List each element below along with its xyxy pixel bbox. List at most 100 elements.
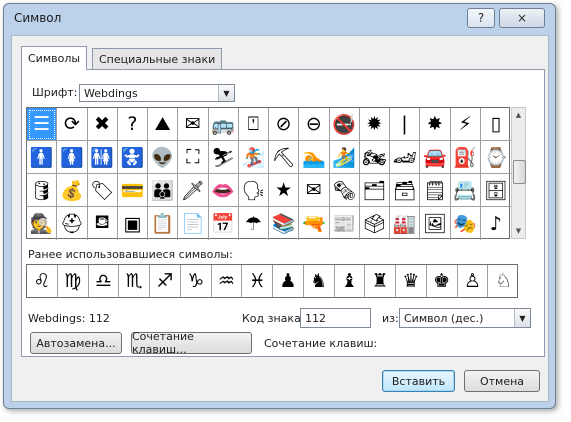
symbol-cell[interactable]: 🗳 — [360, 207, 390, 240]
autocorrect-button[interactable]: Автозамена... — [30, 332, 122, 354]
symbol-cell[interactable]: 🗃 — [390, 174, 421, 207]
symbol-cell[interactable]: ▣ — [118, 207, 148, 240]
recent-symbol-cell[interactable]: ♟ — [273, 265, 304, 297]
symbol-cell[interactable]: 🚌 — [208, 108, 239, 141]
recent-symbol-cell[interactable]: ♐ — [150, 265, 181, 297]
symbol-cell[interactable]: 🗡 — [178, 174, 209, 207]
symbol-cell[interactable]: ★ — [269, 174, 300, 207]
symbol-cell[interactable]: 🗂 — [359, 174, 390, 207]
symbol-cell[interactable]: 🛢 — [27, 174, 58, 207]
help-icon: ? — [477, 11, 485, 25]
recent-symbol-cell[interactable]: ♛ — [396, 265, 427, 297]
symbol-cell[interactable]: ⛽ — [450, 141, 481, 174]
from-select[interactable]: Символ (дес.) ▼ — [399, 308, 531, 328]
recent-symbol-cell[interactable]: ♑ — [181, 265, 212, 297]
symbol-cell[interactable]: ✉ — [178, 108, 209, 141]
symbol-cell[interactable]: 📚 — [269, 207, 300, 240]
symbol-cell[interactable]: ✸ — [420, 108, 451, 141]
char-code-input[interactable]: 112 — [300, 308, 371, 328]
insert-button[interactable]: Вставить — [382, 370, 455, 392]
symbol-cell[interactable]: 📅 — [209, 207, 239, 240]
symbol-grid[interactable]: ☰ ⟳ ✖? ⛰ ✉ 🚌 ⍞ ⊘ ⊖ 🚭 ✹ ❘ ✸ ⚡ ▯ 🚹 🚺 🚻 🚼 👽 ⛶ ⛷ 🏂 ⛏ 🏊 🏄 🏍 🏎 🚘 ⛽ ⌚ 🛢 💰 🏷 💳 👪 🗡 👄 🗣… — [26, 107, 511, 240]
symbol-cell[interactable]: ⛾ — [88, 207, 118, 240]
recent-symbols-grid[interactable]: ♌ ♍ ♎ ♏ ♐ ♑ ♒ ♓ ♟ ♞ ♝ ♜ ♛ ♚ ♙ ♘ — [26, 264, 518, 298]
tab-symbols[interactable]: Символы — [21, 46, 88, 70]
recent-symbol-cell[interactable]: ♝ — [335, 265, 366, 297]
symbol-cell[interactable]: 🗣 — [238, 174, 269, 207]
recent-symbol-cell[interactable]: ♏ — [119, 265, 150, 297]
recent-symbol-cell[interactable]: ♘ — [488, 265, 519, 297]
symbol-cell[interactable]: ♪ — [481, 207, 511, 240]
symbol-cell[interactable]: 🗞 — [329, 174, 360, 207]
symbol-cell[interactable]: 🚘 — [420, 141, 451, 174]
symbol-cell[interactable]: ⛰ — [148, 108, 179, 141]
symbol-grid-scrollbar[interactable]: ▲ ▼ — [511, 107, 526, 239]
chevron-down-icon[interactable]: ▼ — [218, 85, 234, 101]
scroll-down-icon[interactable]: ▼ — [512, 224, 525, 238]
symbol-cell[interactable]: ▯ — [480, 108, 511, 141]
symbol-cell[interactable]: 🏊 — [299, 141, 330, 174]
symbol-cell[interactable]: 📋 — [148, 207, 179, 240]
recent-symbol-cell[interactable]: ♚ — [427, 265, 458, 297]
chevron-down-icon[interactable]: ▼ — [514, 309, 530, 327]
symbol-cell[interactable]: 🎭 — [451, 207, 481, 240]
symbol-cell[interactable]: ⊖ — [299, 108, 330, 141]
close-button[interactable]: × — [499, 8, 545, 28]
scrollbar-thumb[interactable] — [513, 160, 526, 184]
symbol-cell[interactable]: 📰 — [330, 207, 360, 240]
help-button[interactable]: ? — [467, 8, 495, 28]
symbol-cell[interactable]: 💰 — [57, 174, 88, 207]
recent-symbol-cell[interactable]: ♓ — [242, 265, 273, 297]
symbol-cell[interactable]: 🏭 — [390, 207, 421, 240]
symbol-cell[interactable]: ❘ — [390, 108, 421, 141]
symbol-cell[interactable]: ? — [117, 108, 148, 141]
symbol-cell[interactable]: 🕵 — [27, 207, 58, 240]
symbol-cell[interactable]: 🔫 — [299, 207, 330, 240]
font-select[interactable]: Webdings ▼ — [79, 84, 235, 102]
cancel-button[interactable]: Отмена — [464, 370, 540, 392]
symbol-cell[interactable]: ⛷ — [208, 141, 239, 174]
symbol-cell[interactable]: 👄 — [208, 174, 239, 207]
symbol-cell[interactable]: ⛏ — [269, 141, 300, 174]
recent-symbol-cell[interactable]: ♞ — [304, 265, 335, 297]
shortcut-key-button[interactable]: Сочетание клавиш... — [131, 330, 252, 356]
symbol-cell[interactable]: 🚹 — [27, 141, 58, 174]
symbol-cell[interactable]: 🚻 — [87, 141, 118, 174]
symbol-cell[interactable]: ⌚ — [480, 141, 511, 174]
symbol-cell[interactable]: 📄 — [178, 207, 209, 240]
symbol-cell[interactable]: ✹ — [359, 108, 390, 141]
symbol-cell[interactable]: ⊘ — [269, 108, 300, 141]
recent-symbol-cell[interactable]: ♙ — [458, 265, 489, 297]
symbol-cell[interactable]: ☰ — [27, 108, 58, 141]
symbol-cell[interactable]: ✖ — [87, 108, 118, 141]
symbol-cell[interactable]: 👪 — [148, 174, 179, 207]
tab-special-chars[interactable]: Специальные знаки — [92, 48, 223, 69]
symbol-cell[interactable]: ✉ — [299, 174, 330, 207]
symbol-cell[interactable]: 🏍 — [359, 141, 390, 174]
symbol-cell[interactable]: 🚼 — [117, 141, 148, 174]
recent-symbol-cell[interactable]: ♜ — [365, 265, 396, 297]
symbol-cell[interactable]: ⟳ — [57, 108, 88, 141]
symbol-cell[interactable]: 🏂 — [238, 141, 269, 174]
symbol-cell[interactable]: 🏄 — [329, 141, 360, 174]
recent-symbol-cell[interactable]: ♒ — [212, 265, 243, 297]
symbol-cell[interactable]: 👽 — [148, 141, 179, 174]
symbol-cell[interactable]: 📇 — [450, 174, 481, 207]
symbol-cell[interactable]: 🖼 — [420, 207, 451, 240]
scroll-up-icon[interactable]: ▲ — [512, 108, 525, 122]
symbol-cell[interactable]: ☂ — [239, 207, 269, 240]
symbol-cell[interactable]: ⛶ — [178, 141, 209, 174]
recent-symbol-cell[interactable]: ♎ — [89, 265, 120, 297]
symbol-cell[interactable]: ⛑ — [57, 207, 88, 240]
symbol-cell[interactable]: ⍞ — [238, 108, 269, 141]
recent-symbol-cell[interactable]: ♍ — [58, 265, 89, 297]
symbol-cell[interactable]: ⚡ — [450, 108, 481, 141]
recent-symbol-cell[interactable]: ♌ — [27, 265, 58, 297]
symbol-cell[interactable]: 🏎 — [390, 141, 421, 174]
symbol-cell[interactable]: 🚺 — [57, 141, 88, 174]
symbol-cell[interactable]: 🗒 — [420, 174, 451, 207]
symbol-cell[interactable]: 💳 — [117, 174, 148, 207]
symbol-cell[interactable]: 🚭 — [329, 108, 360, 141]
symbol-cell[interactable]: 🗄 — [480, 174, 511, 207]
symbol-cell[interactable]: 🏷 — [87, 174, 118, 207]
